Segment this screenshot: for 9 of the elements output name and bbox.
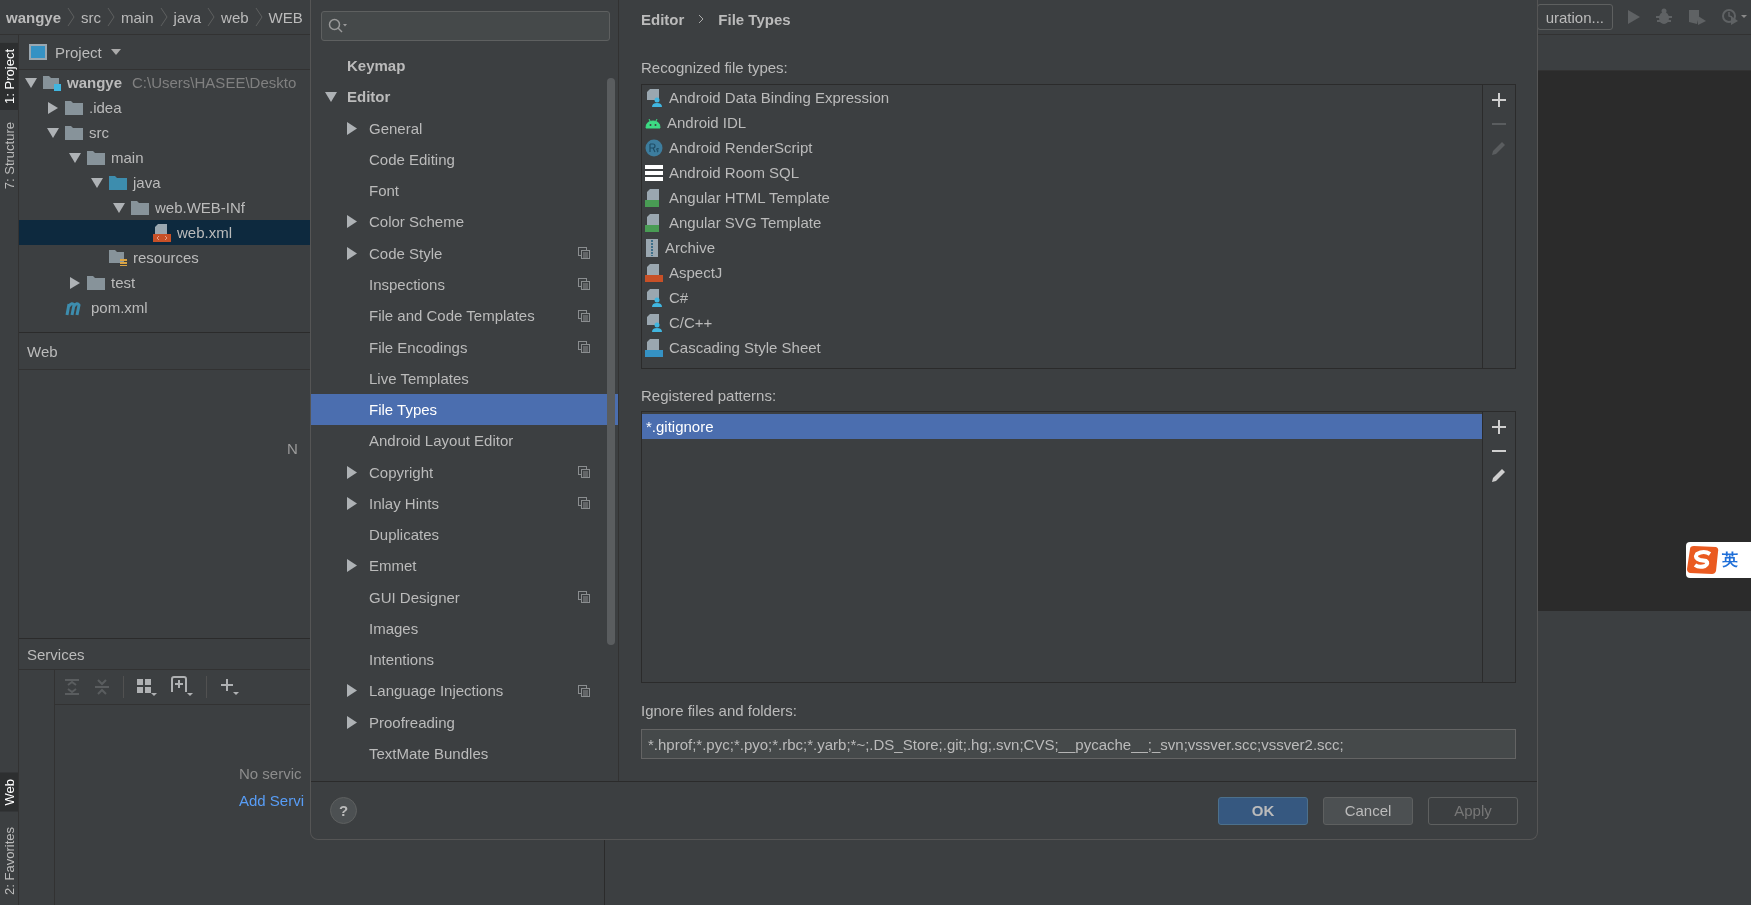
section-label: Recognized file types: bbox=[641, 58, 789, 78]
panel-title: Web bbox=[27, 342, 58, 360]
section-label: Registered patterns: bbox=[641, 386, 778, 406]
breadcrumb-item: File Types bbox=[718, 10, 791, 28]
empty-message: N bbox=[287, 440, 298, 457]
breadcrumb-item: Editor bbox=[641, 10, 685, 28]
empty-message: No servic bbox=[239, 765, 302, 782]
panel-title: Services bbox=[27, 645, 85, 663]
section-label: Ignore files and folders: bbox=[641, 701, 798, 721]
